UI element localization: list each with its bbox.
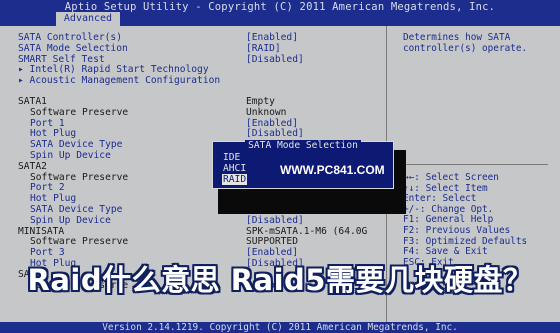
- key-legend-item: →←: Select Screen: [403, 172, 499, 183]
- setting-label: Spin Up Device: [30, 150, 111, 161]
- help-divider: [387, 164, 548, 165]
- setting-label: Port 2: [30, 182, 65, 194]
- setting-label: ▸ Intel(R) Rapid Start Technology: [18, 64, 209, 76]
- setting-value[interactable]: [Disabled]: [246, 128, 304, 139]
- setting-value[interactable]: [Disabled]: [246, 54, 304, 65]
- popup-option-ide[interactable]: IDE: [223, 152, 240, 163]
- tab-advanced[interactable]: Advanced: [56, 12, 120, 26]
- setting-value: SUPPORTED: [246, 236, 298, 248]
- setting-label: MINISATA: [18, 225, 65, 237]
- setting-label: SATA2: [18, 160, 47, 172]
- watermark: WWW.PC841.COM: [280, 163, 385, 177]
- setting-value[interactable]: [Enabled]: [246, 118, 298, 129]
- setting-label: Hot Plug: [30, 193, 77, 205]
- popup-option-ahci[interactable]: AHCI: [223, 163, 246, 174]
- setting-value: Unknown: [246, 106, 287, 118]
- setting-value: Empty: [246, 96, 275, 107]
- setting-label: Spin Up Device: [30, 214, 111, 226]
- setting-value: SPK-mSATA.1-M6 (64.0G: [246, 225, 368, 237]
- setting-label: SMART Self Test: [18, 53, 105, 65]
- setting-label: Software Preserve: [30, 171, 129, 183]
- setting-label: SATA Mode Selection: [18, 42, 128, 54]
- help-text: Determines how SATA controller(s) operat…: [403, 32, 528, 54]
- overlay-caption: Raid什么意思 Raid5需要几块硬盘？: [27, 263, 533, 297]
- setting-label: SATA Controller(s): [18, 32, 122, 43]
- setting-value[interactable]: [RAID]: [246, 43, 281, 54]
- setting-label: ▸ Acoustic Management Configuration: [18, 75, 221, 87]
- title-bar: Aptio Setup Utility - Copyright (C) 2011…: [0, 0, 560, 26]
- setting-value[interactable]: [Disabled]: [246, 215, 304, 226]
- setting-label: Software Preserve: [30, 106, 129, 118]
- footer-version: Version 2.14.1219. Copyright (C) 2011 Am…: [0, 322, 560, 333]
- setting-label: Hot Plug: [30, 128, 77, 140]
- setting-label: Software Preserve: [30, 236, 129, 248]
- setting-value[interactable]: [Enabled]: [246, 32, 298, 43]
- popup-title: SATA Mode Selection: [213, 140, 393, 151]
- popup-option-raid[interactable]: RAID: [222, 174, 248, 185]
- setting-label: SATA1: [18, 96, 47, 107]
- setting-label: SATA Device Type: [30, 204, 123, 215]
- setting-label: SATA Device Type: [30, 139, 123, 151]
- setting-label: Port 1: [30, 117, 65, 129]
- key-legend-item: F2: Previous Values: [403, 224, 511, 236]
- key-legend: →←: Select Screen ↑↓: Select Item Enter: S…: [403, 172, 527, 268]
